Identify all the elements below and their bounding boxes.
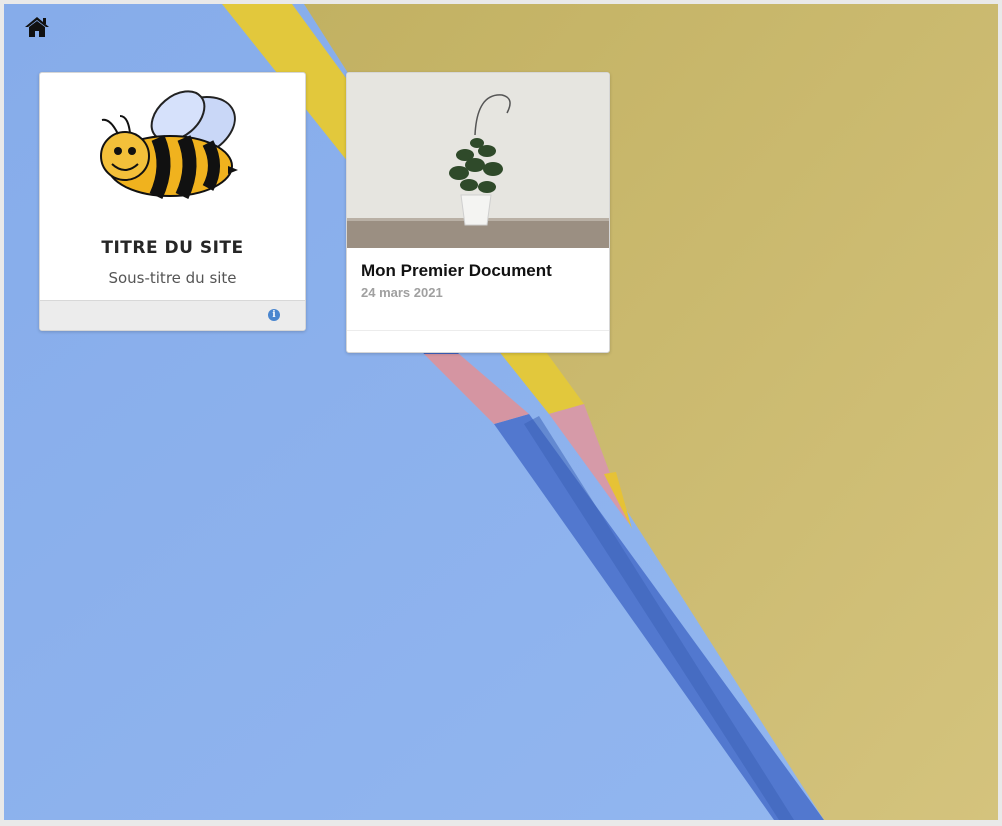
document-card-footer: [347, 330, 609, 352]
site-subtitle: Sous-titre du site: [108, 269, 237, 287]
bee-logo: [100, 90, 238, 199]
document-date: 24 mars 2021: [361, 285, 443, 300]
document-card[interactable]: Mon Premier Document 24 mars 2021: [346, 72, 610, 353]
site-title: TITRE DU SITE: [101, 238, 244, 258]
site-card-footer: i: [40, 300, 305, 330]
document-title[interactable]: Mon Premier Document: [361, 261, 552, 281]
site-card[interactable]: TITRE DU SITE Sous-titre du site i: [39, 72, 306, 331]
info-icon[interactable]: i: [268, 309, 280, 321]
page-frame: TITRE DU SITE Sous-titre du site i Mon P…: [4, 4, 998, 820]
home-icon[interactable]: [24, 15, 50, 39]
plant-photo: [347, 73, 609, 248]
